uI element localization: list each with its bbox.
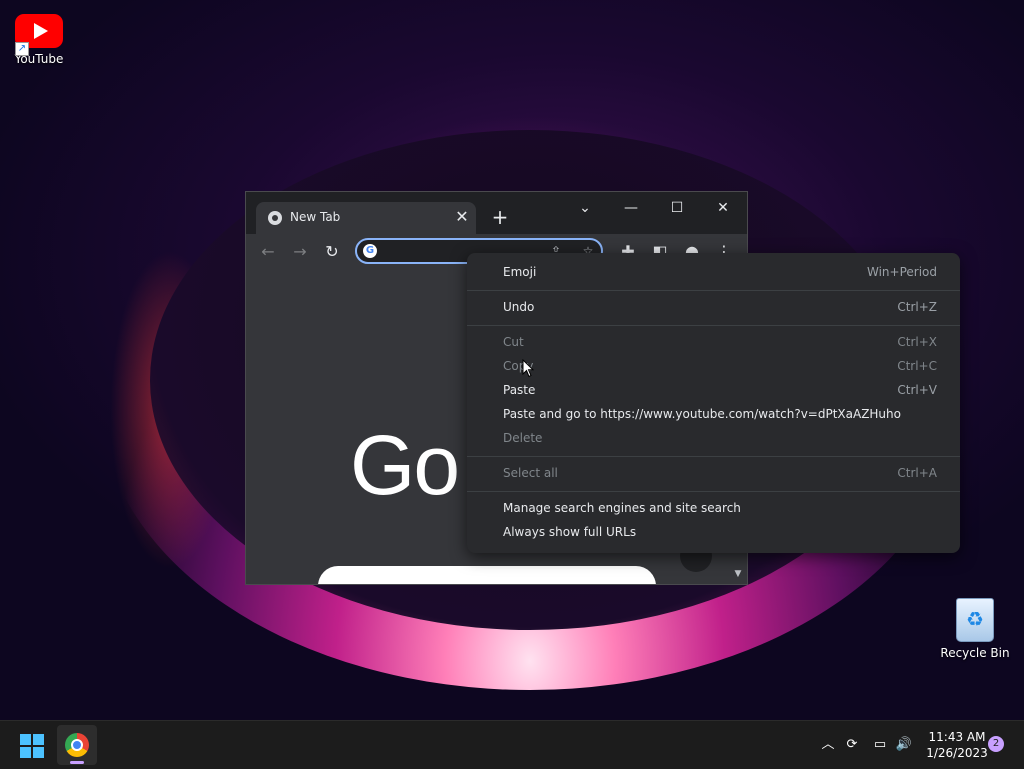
tray-overflow-chevron-icon[interactable]: ︿ xyxy=(818,735,838,755)
notification-badge[interactable]: 2 xyxy=(988,736,1004,752)
desktop-icon-recycle-bin[interactable]: Recycle Bin xyxy=(940,598,1010,660)
menu-item-shortcut: Ctrl+A xyxy=(897,466,937,480)
menu-item-delete[interactable]: Delete xyxy=(467,427,960,451)
menu-item-shortcut: Ctrl+X xyxy=(897,335,937,349)
menu-item-label: Always show full URLs xyxy=(503,525,637,539)
taskbar-chrome-button[interactable] xyxy=(57,725,97,765)
menu-item-manage-search-engines[interactable]: Manage search engines and site search xyxy=(467,497,960,521)
scroll-down-arrow-icon[interactable]: ▼ xyxy=(730,566,746,582)
close-window-button[interactable]: ✕ xyxy=(700,194,746,222)
desktop-icon-label: Recycle Bin xyxy=(940,646,1010,660)
menu-item-shortcut: Ctrl+C xyxy=(897,359,937,373)
menu-item-label: Delete xyxy=(503,431,543,445)
menu-item-cut[interactable]: Cut Ctrl+X xyxy=(467,331,960,355)
menu-separator xyxy=(467,325,960,326)
menu-item-shortcut: Win+Period xyxy=(866,265,937,279)
menu-item-label: Paste xyxy=(503,383,536,397)
menu-item-shortcut: Ctrl+V xyxy=(897,383,937,397)
menu-item-select-all[interactable]: Select all Ctrl+A xyxy=(467,462,960,486)
chrome-favicon-icon xyxy=(268,211,282,225)
taskbar-clock[interactable]: 11:43 AM 1/26/2023 xyxy=(922,729,992,761)
reload-button[interactable]: ↻ xyxy=(320,240,344,264)
forward-button[interactable]: → xyxy=(288,240,312,264)
menu-item-undo[interactable]: Undo Ctrl+Z xyxy=(467,296,960,320)
minimize-button[interactable]: — xyxy=(608,194,654,222)
volume-icon[interactable]: 🔊 xyxy=(894,735,914,755)
google-logo: Go xyxy=(350,418,460,512)
context-menu: Emoji Win+Period Undo Ctrl+Z Cut Ctrl+X … xyxy=(467,253,960,553)
menu-item-label: Cut xyxy=(503,335,524,349)
clock-date: 1/26/2023 xyxy=(926,746,988,760)
sync-status-icon[interactable]: ⟳ xyxy=(842,735,862,755)
menu-separator xyxy=(467,456,960,457)
menu-item-label: Manage search engines and site search xyxy=(503,501,741,515)
maximize-button[interactable]: ☐ xyxy=(654,194,700,222)
tab-search-button[interactable]: ⌄ xyxy=(562,194,608,222)
menu-item-label: Emoji xyxy=(503,265,537,279)
desktop-icon-youtube[interactable]: ↗ YouTube xyxy=(4,14,74,66)
menu-item-paste[interactable]: Paste Ctrl+V xyxy=(467,379,960,403)
menu-item-emoji[interactable]: Emoji Win+Period xyxy=(467,261,960,285)
taskbar: ︿ ⟳ ▭ 🔊 11:43 AM 1/26/2023 2 xyxy=(0,720,1024,769)
menu-item-always-show-full-urls[interactable]: Always show full URLs xyxy=(467,521,960,545)
tab-strip: New Tab ✕ + ⌄ — ☐ ✕ xyxy=(246,192,747,234)
google-g-icon: G xyxy=(363,244,377,258)
menu-item-shortcut: Ctrl+Z xyxy=(897,300,937,314)
tab-close-icon[interactable]: ✕ xyxy=(452,207,472,227)
menu-separator xyxy=(467,290,960,291)
menu-item-label: Undo xyxy=(503,300,535,314)
running-indicator xyxy=(70,761,84,764)
menu-item-label: Select all xyxy=(503,466,558,480)
tab-title: New Tab xyxy=(290,210,341,224)
clock-time: 11:43 AM xyxy=(928,730,986,744)
menu-separator xyxy=(467,491,960,492)
menu-item-paste-and-go[interactable]: Paste and go to https://www.youtube.com/… xyxy=(467,403,960,427)
chrome-icon xyxy=(65,733,89,757)
network-icon[interactable]: ▭ xyxy=(870,735,890,755)
recycle-bin-icon xyxy=(956,598,994,642)
shortcut-arrow-icon: ↗ xyxy=(15,42,29,56)
back-button[interactable]: ← xyxy=(256,240,280,264)
google-search-box[interactable] xyxy=(318,566,656,584)
mouse-cursor-icon xyxy=(522,359,534,378)
new-tab-button[interactable]: + xyxy=(488,205,512,229)
tab-new-tab[interactable]: New Tab ✕ xyxy=(256,202,476,234)
windows-start-icon[interactable] xyxy=(20,734,44,758)
menu-item-label: Paste and go to https://www.youtube.com/… xyxy=(503,407,901,421)
menu-item-copy[interactable]: Copy Ctrl+C xyxy=(467,355,960,379)
